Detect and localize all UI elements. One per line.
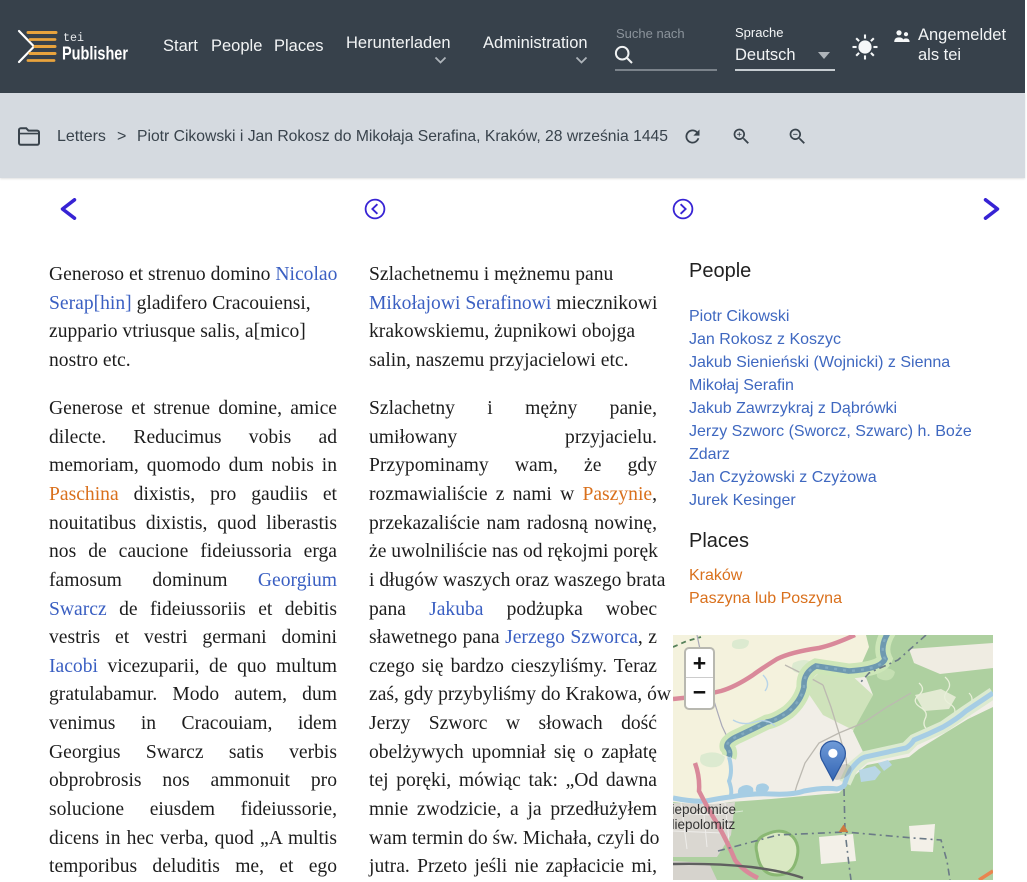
svg-text:iepołomice: iepołomice xyxy=(673,802,736,817)
svg-text:liepolomitz: liepolomitz xyxy=(673,817,736,832)
svg-text:Publisher: Publisher xyxy=(62,44,128,64)
